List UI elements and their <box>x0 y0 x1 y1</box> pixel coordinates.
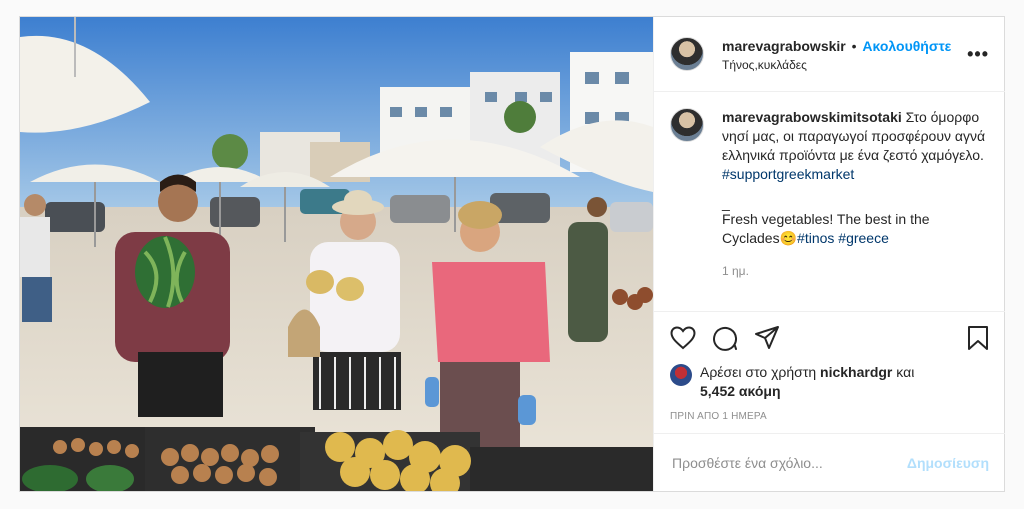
liker-avatar[interactable] <box>670 364 692 386</box>
smile-emoji: 😊 <box>779 230 798 246</box>
location-link[interactable]: Τήνος,κυκλάδες <box>722 58 967 72</box>
likes-count[interactable]: 5,452 ακόμη <box>700 383 781 399</box>
likes-text: Αρέσει στο χρήστη nickhardgr και 5,452 α… <box>700 363 914 401</box>
caption-body: marevagrabowskimitsotaki Στο όμορφο νησί… <box>722 108 989 311</box>
author-info: marevagrabowskir • Ακολουθήστε Τήνος,κυκ… <box>722 37 967 72</box>
caption-age[interactable]: 1 ημ. <box>722 262 989 281</box>
author-username[interactable]: marevagrabowskir <box>722 38 846 54</box>
caption-avatar[interactable] <box>670 108 704 142</box>
post-side-panel: marevagrabowskir • Ακολουθήστε Τήνος,κυκ… <box>653 17 1005 491</box>
post-timestamp[interactable]: ΠΡΙΝ ΑΠΟ 1 ΗΜΕΡΑ <box>654 401 1005 433</box>
more-options-icon[interactable]: ••• <box>967 44 989 65</box>
comment-input[interactable] <box>670 453 907 472</box>
follow-button[interactable]: Ακολουθήστε <box>862 38 951 54</box>
liker-username[interactable]: nickhardgr <box>820 364 892 380</box>
heart-icon[interactable] <box>670 325 696 350</box>
publish-button[interactable]: Δημοσίευση <box>907 455 989 471</box>
caption-section: marevagrabowskimitsotaki Στο όμορφο νησί… <box>654 92 1005 311</box>
likes-conj: και <box>896 364 915 380</box>
action-bar <box>654 311 1005 363</box>
bookmark-icon[interactable] <box>967 325 989 351</box>
author-avatar[interactable] <box>670 37 704 71</box>
caption-username[interactable]: marevagrabowskimitsotaki <box>722 109 902 125</box>
comment-icon[interactable] <box>712 325 738 351</box>
likes-summary: Αρέσει στο χρήστη nickhardgr και 5,452 α… <box>654 363 1005 401</box>
market-photo-illustration <box>20 17 653 491</box>
post-header: marevagrabowskir • Ακολουθήστε Τήνος,κυκ… <box>654 17 1005 92</box>
hashtag-supportgreekmarket[interactable]: #supportgreekmarket <box>722 166 854 182</box>
instagram-post: marevagrabowskir • Ακολουθήστε Τήνος,κυκ… <box>19 16 1005 492</box>
likes-prefix: Αρέσει στο χρήστη <box>700 364 817 380</box>
post-photo[interactable] <box>20 17 653 491</box>
send-icon[interactable] <box>754 325 780 351</box>
separator-dot: • <box>851 37 857 54</box>
hashtag-tinos[interactable]: #tinos <box>797 230 834 246</box>
hashtag-greece[interactable]: #greece <box>838 230 889 246</box>
comment-bar: Δημοσίευση <box>654 433 1005 491</box>
